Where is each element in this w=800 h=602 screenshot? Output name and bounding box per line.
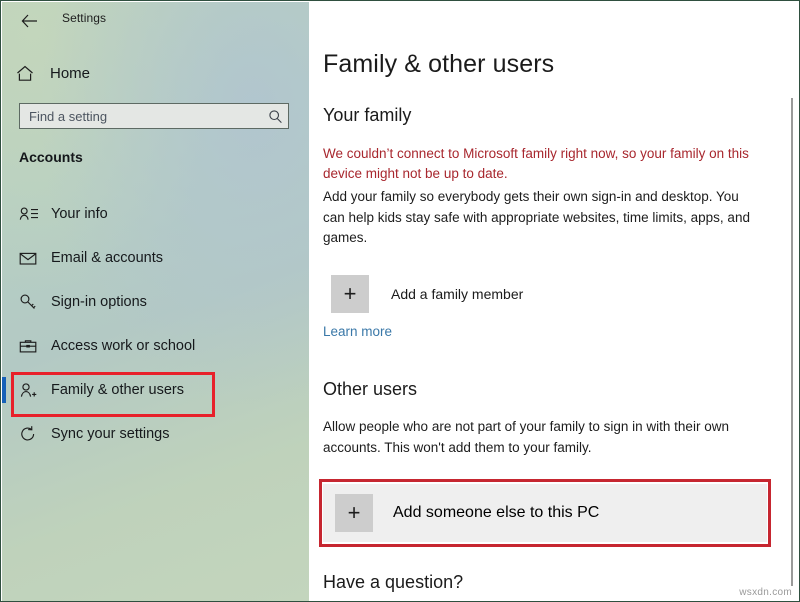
sidebar-item-family-other-users[interactable]: Family & other users bbox=[2, 368, 309, 412]
other-users-heading: Other users bbox=[323, 379, 418, 399]
sidebar-item-home[interactable]: Home bbox=[16, 60, 296, 86]
sidebar-section-heading: Accounts bbox=[19, 149, 83, 165]
content-scrollbar[interactable] bbox=[789, 98, 796, 586]
sidebar-item-your-info[interactable]: Your info bbox=[2, 192, 309, 236]
envelope-icon bbox=[19, 251, 47, 266]
search-box[interactable] bbox=[19, 103, 289, 129]
back-arrow-icon bbox=[21, 14, 38, 28]
have-a-question-heading: Have a question? bbox=[323, 572, 464, 592]
briefcase-icon bbox=[19, 338, 47, 355]
sidebar-item-email-accounts[interactable]: Email & accounts bbox=[2, 236, 309, 280]
search-input[interactable] bbox=[20, 104, 262, 128]
add-someone-else-button[interactable]: + Add someone else to this PC bbox=[323, 484, 767, 542]
back-button[interactable] bbox=[14, 8, 44, 34]
family-error-text: We couldn’t connect to Microsoft family … bbox=[323, 146, 749, 181]
content-pane: Family & other users Your family We coul… bbox=[309, 2, 799, 601]
sidebar-item-sync-settings[interactable]: Sync your settings bbox=[2, 412, 309, 456]
sidebar-item-home-label: Home bbox=[50, 64, 91, 82]
sync-icon bbox=[19, 425, 47, 443]
search-icon[interactable] bbox=[262, 109, 288, 124]
learn-more-link[interactable]: Learn more bbox=[323, 324, 392, 339]
other-users-description: Allow people who are not part of your fa… bbox=[323, 419, 729, 455]
sidebar-item-your-info-label: Your info bbox=[51, 206, 108, 222]
plus-icon: + bbox=[335, 494, 373, 532]
page-title: Family & other users bbox=[323, 50, 555, 78]
sidebar: Settings Home Accounts bbox=[2, 2, 309, 601]
key-icon bbox=[19, 293, 47, 311]
home-icon bbox=[16, 65, 42, 82]
plus-icon: + bbox=[331, 275, 369, 313]
app-title: Settings bbox=[62, 11, 107, 25]
scrollbar-thumb[interactable] bbox=[791, 98, 793, 586]
add-someone-else-label: Add someone else to this PC bbox=[393, 504, 600, 521]
sidebar-item-access-work-school-label: Access work or school bbox=[51, 338, 196, 354]
window-titlebar-left: Settings bbox=[2, 2, 309, 38]
user-info-icon bbox=[19, 206, 47, 222]
sidebar-item-signin-options[interactable]: Sign-in options bbox=[2, 280, 309, 324]
your-family-heading: Your family bbox=[323, 105, 412, 125]
user-add-icon bbox=[19, 382, 47, 399]
sidebar-nav-list: Your info Email & accounts Sign-in optio… bbox=[2, 192, 309, 456]
sidebar-item-access-work-school[interactable]: Access work or school bbox=[2, 324, 309, 368]
sidebar-item-signin-options-label: Sign-in options bbox=[51, 294, 147, 310]
watermark: wsxdn.com bbox=[739, 587, 792, 598]
add-family-member-button[interactable]: + Add a family member bbox=[331, 275, 751, 313]
family-description: Add your family so everybody gets their … bbox=[323, 189, 750, 245]
sidebar-item-family-other-users-label: Family & other users bbox=[51, 382, 184, 398]
sidebar-item-sync-settings-label: Sync your settings bbox=[51, 426, 170, 442]
settings-window: Settings Home Accounts bbox=[0, 0, 800, 602]
sidebar-item-email-accounts-label: Email & accounts bbox=[51, 250, 164, 266]
add-family-member-label: Add a family member bbox=[391, 286, 524, 302]
